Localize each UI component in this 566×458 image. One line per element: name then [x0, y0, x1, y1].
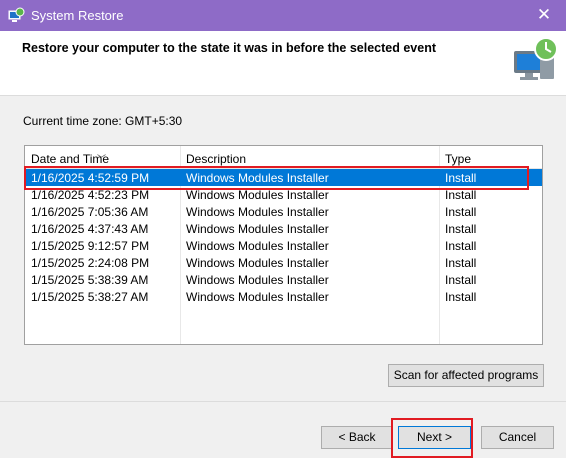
- list-header: Date and Time ﹀ Description Type: [25, 146, 542, 169]
- row-date: 1/15/2025 2:24:08 PM: [31, 256, 150, 270]
- row-date: 1/15/2025 5:38:27 AM: [31, 290, 149, 304]
- row-date: 1/16/2025 4:52:23 PM: [31, 188, 150, 202]
- row-description: Windows Modules Installer: [186, 222, 329, 236]
- row-date: 1/16/2025 7:05:36 AM: [31, 205, 149, 219]
- sort-chevron-icon: ﹀: [97, 154, 107, 164]
- list-row[interactable]: 1/15/2025 2:24:08 PM Windows Modules Ins…: [25, 254, 542, 271]
- list-body: 1/16/2025 4:52:59 PM Windows Modules Ins…: [25, 169, 542, 305]
- list-row[interactable]: 1/15/2025 9:12:57 PM Windows Modules Ins…: [25, 237, 542, 254]
- row-description: Windows Modules Installer: [186, 171, 329, 185]
- system-restore-icon: [8, 7, 25, 22]
- title-bar: System Restore ✕: [0, 0, 566, 31]
- current-timezone: Current time zone: GMT+5:30: [23, 114, 183, 128]
- column-header-description[interactable]: Description: [186, 152, 246, 166]
- row-description: Windows Modules Installer: [186, 205, 329, 219]
- list-row[interactable]: 1/15/2025 5:38:39 AM Windows Modules Ins…: [25, 271, 542, 288]
- row-type: Install: [445, 290, 477, 304]
- window-title: System Restore: [31, 8, 124, 23]
- list-row[interactable]: 1/16/2025 7:05:36 AM Windows Modules Ins…: [25, 203, 542, 220]
- row-type: Install: [445, 256, 477, 270]
- next-button[interactable]: Next >: [398, 426, 471, 449]
- row-date: 1/15/2025 9:12:57 PM: [31, 239, 150, 253]
- footer-divider: [0, 401, 566, 402]
- row-date: 1/16/2025 4:37:43 AM: [31, 222, 149, 236]
- row-date: 1/16/2025 4:52:59 PM: [31, 171, 150, 185]
- row-description: Windows Modules Installer: [186, 256, 329, 270]
- row-description: Windows Modules Installer: [186, 290, 329, 304]
- row-type: Install: [445, 273, 477, 287]
- back-button[interactable]: < Back: [321, 426, 393, 449]
- restore-points-list[interactable]: Date and Time ﹀ Description Type 1/16/20…: [24, 145, 543, 345]
- row-date: 1/15/2025 5:38:39 AM: [31, 273, 149, 287]
- list-row[interactable]: 1/16/2025 4:37:43 AM Windows Modules Ins…: [25, 220, 542, 237]
- row-description: Windows Modules Installer: [186, 273, 329, 287]
- header-panel: Restore your computer to the state it wa…: [0, 31, 566, 96]
- row-type: Install: [445, 239, 477, 253]
- cancel-button[interactable]: Cancel: [481, 426, 554, 449]
- column-header-type[interactable]: Type: [445, 152, 471, 166]
- page-heading: Restore your computer to the state it wa…: [22, 41, 436, 55]
- row-type: Install: [445, 188, 477, 202]
- system-restore-clock-icon: [514, 37, 558, 80]
- row-description: Windows Modules Installer: [186, 239, 329, 253]
- list-row[interactable]: 1/15/2025 5:38:27 AM Windows Modules Ins…: [25, 288, 542, 305]
- close-icon[interactable]: ✕: [522, 0, 566, 31]
- row-type: Install: [445, 205, 477, 219]
- scan-affected-programs-button[interactable]: Scan for affected programs: [388, 364, 544, 387]
- row-type: Install: [445, 171, 477, 185]
- row-type: Install: [445, 222, 477, 236]
- list-row-selected[interactable]: 1/16/2025 4:52:59 PM Windows Modules Ins…: [25, 169, 542, 186]
- row-description: Windows Modules Installer: [186, 188, 329, 202]
- list-row[interactable]: 1/16/2025 4:52:23 PM Windows Modules Ins…: [25, 186, 542, 203]
